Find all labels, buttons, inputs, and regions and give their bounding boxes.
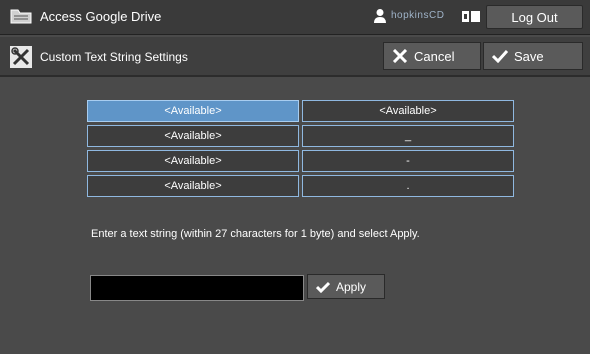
grid-cell-r2-right[interactable]: _ bbox=[302, 125, 514, 147]
cell-label: - bbox=[406, 155, 410, 167]
cell-label: . bbox=[406, 180, 410, 192]
grid-cell-r1-right[interactable]: <Available> bbox=[302, 100, 514, 122]
grid-cell-r4-right[interactable]: . bbox=[302, 175, 514, 197]
instructions-text: Enter a text string (within 27 character… bbox=[91, 228, 420, 240]
cell-label: <Available> bbox=[164, 130, 222, 142]
tools-icon bbox=[10, 46, 32, 68]
cancel-label: Cancel bbox=[414, 48, 455, 64]
app-title: Access Google Drive bbox=[40, 9, 162, 24]
grid-cell-r3-left[interactable]: <Available> bbox=[87, 150, 299, 172]
grid-cell-r1-left[interactable]: <Available> bbox=[87, 100, 299, 122]
apply-label: Apply bbox=[336, 279, 367, 294]
text-string-input[interactable] bbox=[90, 275, 304, 301]
close-icon bbox=[392, 49, 408, 63]
grid-cell-r3-right[interactable]: - bbox=[302, 150, 514, 172]
logout-button[interactable]: Log Out bbox=[486, 5, 583, 29]
apply-button[interactable]: Apply bbox=[307, 274, 385, 299]
cell-label: <Available> bbox=[164, 155, 222, 167]
page-title: Custom Text String Settings bbox=[40, 50, 188, 64]
cell-label: _ bbox=[404, 130, 412, 142]
cell-label: <Available> bbox=[379, 105, 437, 117]
grid-cell-r2-left[interactable]: <Available> bbox=[87, 125, 299, 147]
job-status-icon[interactable] bbox=[461, 9, 481, 24]
save-label: Save bbox=[514, 48, 544, 64]
checkmark-icon bbox=[316, 281, 330, 293]
user-icon bbox=[374, 9, 386, 23]
folder-icon bbox=[10, 9, 32, 24]
logout-label: Log Out bbox=[511, 9, 558, 25]
user-name: hopkinsCD bbox=[391, 10, 445, 21]
cell-label: <Available> bbox=[164, 105, 222, 117]
checkmark-icon bbox=[492, 49, 508, 63]
top-bar: Access Google Drive hopkinsCD Log Out bbox=[0, 0, 590, 35]
cell-label: <Available> bbox=[164, 180, 222, 192]
save-button[interactable]: Save bbox=[483, 42, 583, 70]
grid-cell-r4-left[interactable]: <Available> bbox=[87, 175, 299, 197]
cancel-button[interactable]: Cancel bbox=[383, 42, 481, 70]
